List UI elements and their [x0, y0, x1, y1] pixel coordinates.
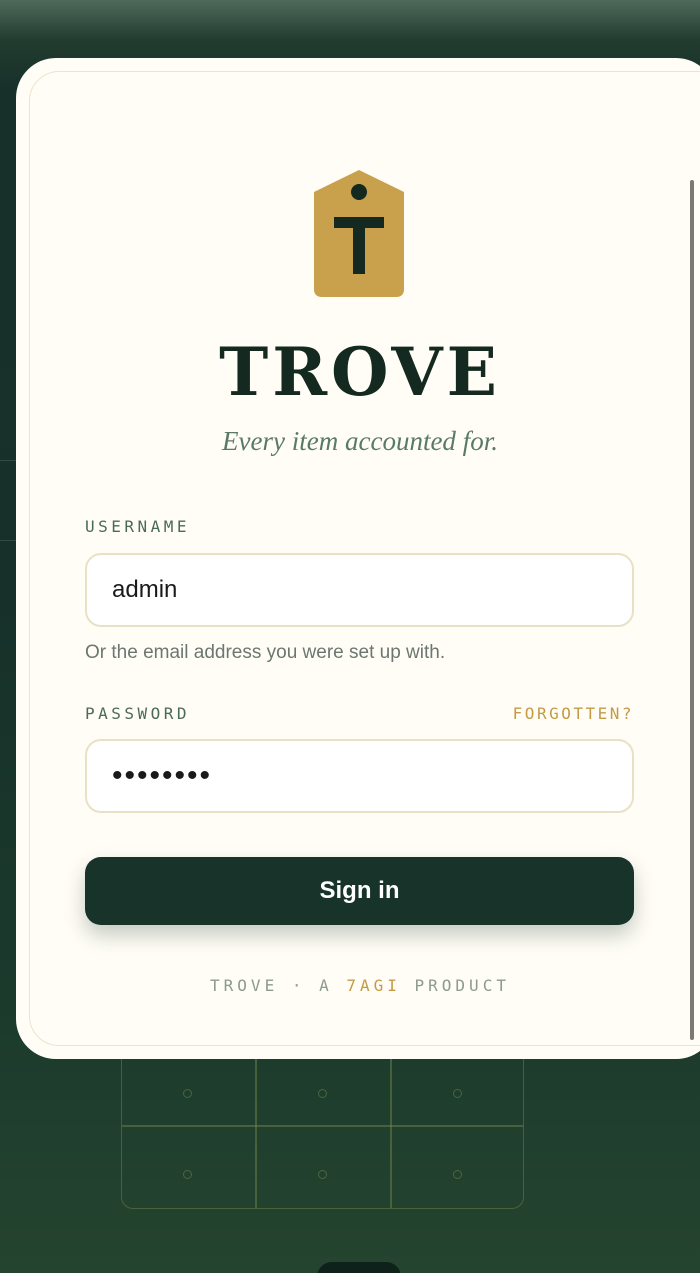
- sign-in-button[interactable]: Sign in: [85, 857, 634, 925]
- username-input[interactable]: [85, 553, 634, 627]
- password-input[interactable]: [85, 739, 634, 813]
- app-title: TROVE: [219, 333, 501, 411]
- footer-company: 7AGI: [346, 976, 401, 995]
- footer-prefix: TROVE · A: [210, 976, 347, 995]
- footer-credit: TROVE · A 7AGI PRODUCT: [120, 975, 600, 997]
- username-label: USERNAME: [85, 517, 191, 536]
- home-indicator: [317, 1262, 401, 1273]
- background-divider: [0, 460, 17, 461]
- app-tagline: Every item accounted for.: [222, 426, 498, 456]
- scrollbar[interactable]: [690, 180, 694, 1040]
- username-hint: Or the email address you were set up wit…: [85, 642, 446, 663]
- tag-icon: [314, 170, 404, 297]
- background-grid-illustration: [121, 1040, 524, 1209]
- forgot-password-link[interactable]: FORGOTTEN?: [470, 704, 634, 724]
- password-label: PASSWORD: [85, 704, 191, 723]
- background-divider: [0, 540, 17, 541]
- footer-suffix: PRODUCT: [400, 976, 510, 995]
